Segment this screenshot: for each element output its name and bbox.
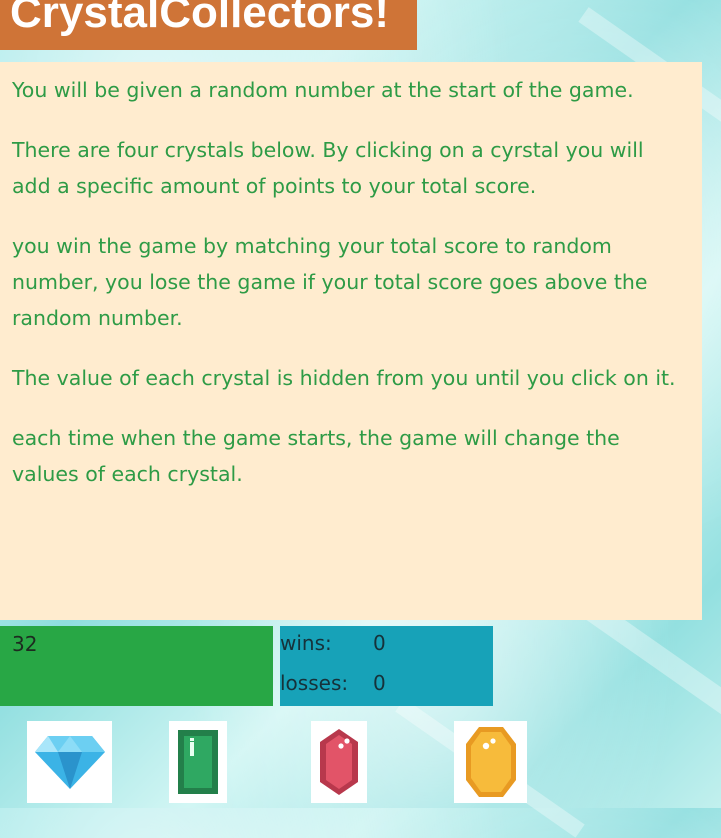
instruction-paragraph: The value of each crystal is hidden from… <box>12 366 676 390</box>
instructions-panel: You will be given a random number at the… <box>0 62 702 620</box>
crystal-button-red[interactable] <box>311 721 367 803</box>
yellow-topaz-icon <box>465 727 516 797</box>
blue-diamond-icon <box>34 736 105 789</box>
losses-label: losses: <box>280 671 349 695</box>
losses-row: losses: 0 <box>280 668 493 708</box>
stats-box: wins: 0 losses: 0 <box>280 626 493 706</box>
wins-value: 0 <box>373 631 386 655</box>
title-banner: CrystalCollectors! <box>0 0 417 50</box>
wins-label: wins: <box>280 631 332 655</box>
instruction-paragraph: You will be given a random number at the… <box>12 78 634 102</box>
crystal-button-yellow[interactable] <box>454 721 527 803</box>
crystal-button-blue[interactable] <box>27 721 112 803</box>
random-number-value: 32 <box>12 632 38 656</box>
wins-row: wins: 0 <box>280 628 493 668</box>
instruction-paragraph: each time when the game starts, the game… <box>12 426 620 486</box>
instruction-paragraph: There are four crystals below. By clicki… <box>12 138 644 198</box>
random-number-box: 32 <box>0 626 273 706</box>
crystal-button-green[interactable] <box>169 721 227 803</box>
green-emerald-icon <box>178 730 218 794</box>
red-ruby-icon <box>320 729 358 795</box>
page-title: CrystalCollectors! <box>10 0 390 37</box>
instruction-paragraph: you win the game by matching your total … <box>12 234 648 330</box>
losses-value: 0 <box>373 671 386 695</box>
